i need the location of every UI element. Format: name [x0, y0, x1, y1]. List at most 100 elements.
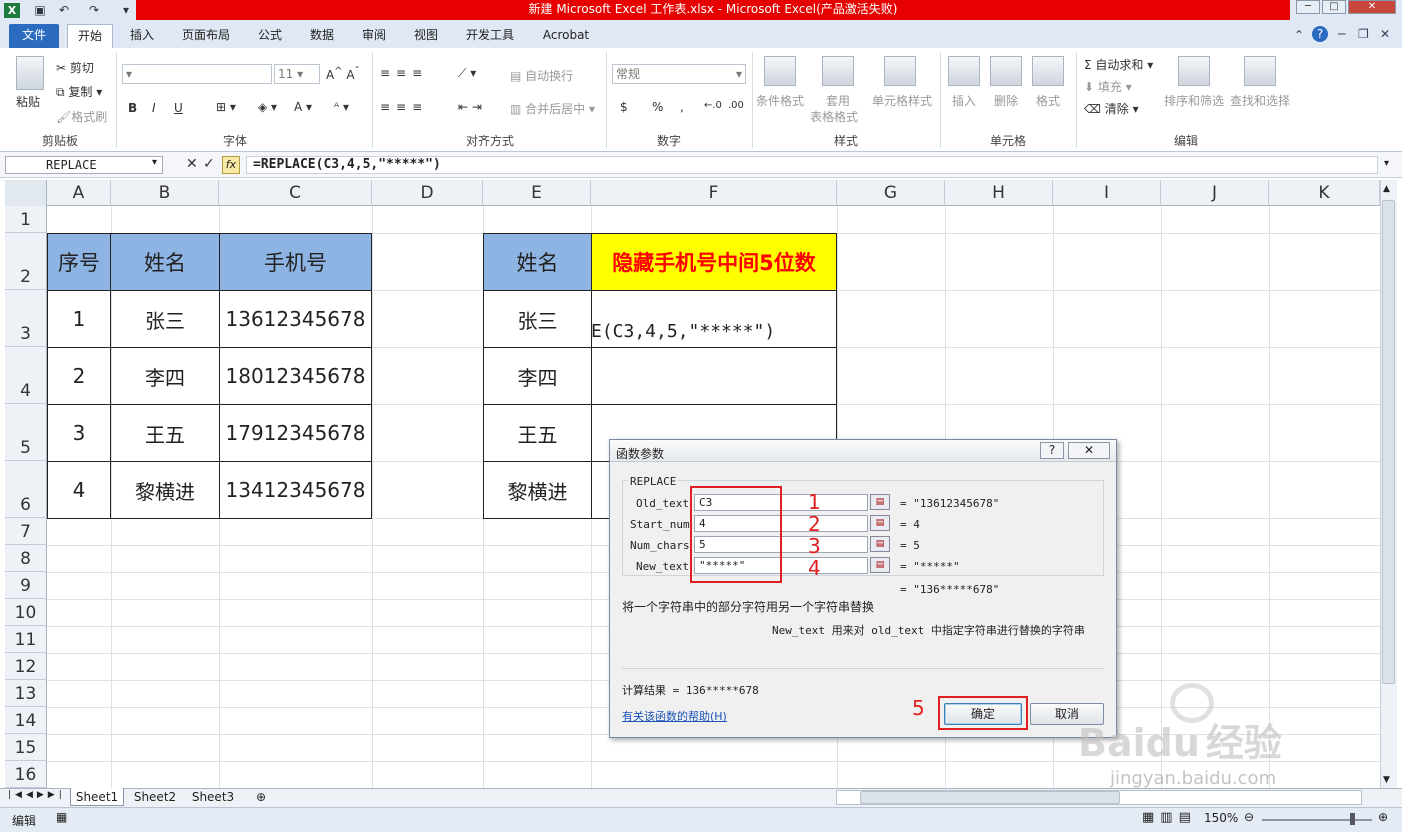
row-header-14[interactable]: 14 [5, 707, 47, 734]
indent-icons[interactable]: ⇤ ⇥ [458, 100, 482, 114]
grow-font-icon[interactable]: A^ Aˇ [326, 66, 360, 82]
column-header-g[interactable]: G [837, 180, 945, 206]
table1-cell[interactable]: 17912345678 [219, 404, 372, 462]
maximize-button[interactable]: □ [1322, 0, 1346, 14]
ok-button[interactable]: 确定 [944, 703, 1022, 725]
cut-button[interactable]: ✂ 剪切 [56, 59, 94, 76]
cell-style-icon[interactable] [884, 56, 916, 86]
sheet-tab-2[interactable]: Sheet2 [128, 788, 182, 806]
column-header-j[interactable]: J [1161, 180, 1269, 206]
fill-button[interactable]: ⬇ 填充 ▾ [1084, 78, 1132, 95]
horizontal-align-icons[interactable]: ≡≡≡ [380, 100, 428, 114]
zoom-slider-thumb[interactable] [1350, 813, 1355, 825]
tab-home[interactable]: 开始 [67, 24, 113, 48]
table1-cell[interactable]: 13612345678 [219, 290, 372, 348]
dialog-close-button[interactable]: ✕ [1068, 442, 1110, 459]
table1-cell[interactable]: 13412345678 [219, 461, 372, 519]
select-all-corner[interactable] [5, 180, 47, 206]
table2-header-masked[interactable]: 隐藏手机号中间5位数 [591, 233, 837, 291]
font-size-combo[interactable]: 11 ▾ [274, 64, 320, 84]
format-cells-icon[interactable] [1032, 56, 1064, 86]
insert-sheet-icon[interactable]: ⊕ [248, 788, 274, 806]
delete-cells-button[interactable]: 删除 [994, 92, 1018, 109]
row-header-3[interactable]: 3 [5, 290, 47, 347]
number-format-combo[interactable]: 常规 ▾ [612, 64, 746, 84]
find-select-icon[interactable] [1244, 56, 1276, 86]
dialog-help-button[interactable]: ? [1040, 442, 1064, 459]
undo-icon[interactable]: ↶ [56, 3, 72, 18]
comma-button[interactable]: , [680, 100, 684, 114]
sheet-tab-3[interactable]: Sheet3 [186, 788, 240, 806]
name-box-dropdown-icon[interactable]: ▾ [152, 157, 157, 168]
autosum-button[interactable]: Σ 自动求和 ▾ [1084, 56, 1153, 73]
name-box[interactable]: REPLACE [5, 156, 163, 174]
row-header-4[interactable]: 4 [5, 347, 47, 404]
row-header-5[interactable]: 5 [5, 404, 47, 461]
row-header-12[interactable]: 12 [5, 653, 47, 680]
tab-review[interactable]: 审阅 [354, 24, 394, 48]
collapse-dialog-icon[interactable]: ▤ [870, 515, 890, 531]
tab-acrobat[interactable]: Acrobat [536, 24, 596, 48]
row-header-10[interactable]: 10 [5, 599, 47, 626]
scroll-up-icon[interactable]: ▲ [1383, 184, 1390, 194]
paste-button[interactable]: 粘贴 [16, 93, 40, 110]
zoom-level[interactable]: 150% [1204, 811, 1238, 825]
delete-cells-icon[interactable] [990, 56, 1022, 86]
table-format-button-b[interactable]: 表格格式 [810, 108, 858, 125]
decrease-decimal-button[interactable]: .00 [728, 100, 744, 111]
table1-cell[interactable]: 李四 [110, 347, 220, 405]
format-cells-button[interactable]: 格式 [1036, 92, 1060, 109]
column-header-h[interactable]: H [945, 180, 1053, 206]
find-select-button[interactable]: 查找和选择 [1230, 92, 1290, 109]
minimize-button[interactable]: ─ [1296, 0, 1320, 14]
table1-cell[interactable]: 2 [47, 347, 111, 405]
table2-result-cell[interactable] [591, 347, 837, 405]
vertical-scroll-thumb[interactable] [1382, 200, 1395, 684]
sort-filter-button[interactable]: 排序和筛选 [1164, 92, 1224, 109]
orientation-icon[interactable]: ⟋ ▾ [458, 66, 476, 81]
conditional-format-button[interactable]: 条件格式 [756, 92, 804, 109]
row-header-2[interactable]: 2 [5, 233, 47, 290]
table2-name-cell[interactable]: 李四 [483, 347, 592, 405]
tab-formulas[interactable]: 公式 [250, 24, 290, 48]
workbook-close-icon[interactable]: ✕ [1380, 27, 1390, 41]
paste-icon[interactable] [16, 56, 44, 90]
underline-button[interactable]: U [174, 101, 183, 115]
redo-icon[interactable]: ↷ [86, 3, 102, 18]
view-mode-icons[interactable]: ▦▥▤ [1142, 810, 1197, 825]
sheet-nav-icons[interactable]: |◀◀▶▶| [8, 790, 66, 800]
font-color-icon[interactable]: A ▾ [294, 100, 312, 114]
increase-decimal-button[interactable]: ←.0 [704, 100, 722, 111]
table2-header-name[interactable]: 姓名 [483, 233, 592, 291]
insert-function-icon[interactable]: fx [222, 156, 240, 174]
column-header-f[interactable]: F [591, 180, 837, 206]
cancel-entry-icon[interactable]: ✕ [186, 156, 198, 172]
column-header-b[interactable]: B [111, 180, 219, 206]
table1-header-name[interactable]: 姓名 [110, 233, 220, 291]
sheet-tab-1[interactable]: Sheet1 [70, 788, 124, 806]
row-header-16[interactable]: 16 [5, 761, 47, 788]
table1-cell[interactable]: 4 [47, 461, 111, 519]
wrap-text-button[interactable]: ▤ 自动换行 [510, 67, 573, 84]
format-painter-button[interactable]: 🖌格式刷 [56, 108, 107, 125]
workbook-minimize-icon[interactable]: ─ [1338, 27, 1345, 41]
bold-button[interactable]: B [128, 101, 137, 115]
conditional-format-icon[interactable] [764, 56, 796, 86]
currency-button[interactable]: $ [620, 100, 628, 114]
row-header-9[interactable]: 9 [5, 572, 47, 599]
collapse-dialog-icon[interactable]: ▤ [870, 557, 890, 573]
row-header-15[interactable]: 15 [5, 734, 47, 761]
formula-input[interactable]: =REPLACE(C3,4,5,"*****") [246, 156, 1378, 174]
zoom-out-icon[interactable]: ⊖ [1244, 810, 1254, 824]
table1-header-seq[interactable]: 序号 [47, 233, 111, 291]
tab-developer[interactable]: 开发工具 [458, 24, 522, 48]
horizontal-scroll-thumb[interactable] [860, 791, 1120, 804]
table2-name-cell[interactable]: 黎横进 [483, 461, 592, 519]
column-header-a[interactable]: A [47, 180, 111, 206]
fill-color-icon[interactable]: ◈ ▾ [258, 100, 277, 114]
tab-page-layout[interactable]: 页面布局 [174, 24, 238, 48]
tab-data[interactable]: 数据 [302, 24, 342, 48]
tab-file[interactable]: 文件 [9, 24, 59, 48]
table1-cell[interactable]: 3 [47, 404, 111, 462]
column-header-d[interactable]: D [372, 180, 483, 206]
